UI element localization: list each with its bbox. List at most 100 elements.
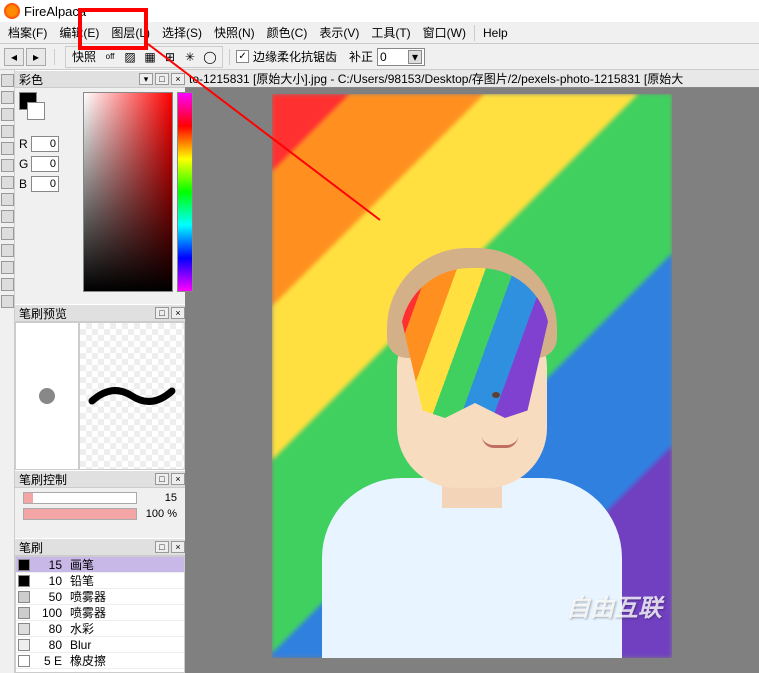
panel-menu-icon[interactable]: ▾ bbox=[139, 73, 153, 85]
hand-tool[interactable] bbox=[1, 278, 14, 291]
text-tool[interactable] bbox=[1, 244, 14, 257]
brush-list[interactable]: 15画笔10铅笔50喷雾器100喷雾器80水彩80Blur5 E橡皮擦 bbox=[15, 556, 185, 673]
dropdown-arrow-icon: ▾ bbox=[408, 50, 422, 64]
toolbar-separator bbox=[229, 49, 230, 65]
stroke-icon bbox=[87, 381, 177, 411]
main-area: 彩色 ▾ □ × R G B bbox=[0, 70, 759, 673]
menu-help[interactable]: Help bbox=[477, 24, 514, 42]
bucket-tool[interactable] bbox=[1, 159, 14, 172]
menu-edit[interactable]: 编辑(E) bbox=[53, 22, 105, 43]
brush-name-label: 橡皮擦 bbox=[70, 652, 106, 669]
r-input[interactable] bbox=[31, 136, 59, 152]
brush-dot-icon bbox=[39, 388, 55, 404]
panel-dock-icon[interactable]: □ bbox=[155, 307, 169, 319]
brush-swatch-icon bbox=[18, 655, 30, 667]
gradient-tool[interactable] bbox=[1, 176, 14, 189]
panel-dock-icon[interactable]: □ bbox=[155, 541, 169, 553]
brush-list-header: 笔刷 □ × bbox=[15, 538, 185, 556]
document-tab[interactable]: to-1215831 [原始大小].jpg - C:/Users/98153/D… bbox=[185, 70, 759, 88]
menu-snap[interactable]: 快照(N) bbox=[208, 22, 261, 43]
rainbow-hair bbox=[400, 268, 550, 418]
snap-label: 快照 bbox=[68, 48, 100, 65]
document-tab-label: to-1215831 [原始大小].jpg - C:/Users/98153/D… bbox=[189, 70, 683, 87]
b-label: B bbox=[19, 177, 31, 191]
snap-parallel-button[interactable]: ▨ bbox=[121, 48, 139, 66]
r-label: R bbox=[19, 137, 31, 151]
snap-grid-button[interactable]: ▦ bbox=[141, 48, 159, 66]
eye bbox=[492, 392, 500, 398]
brush-name-label: 水彩 bbox=[70, 620, 94, 637]
brush-size-label: 80 bbox=[34, 622, 62, 636]
move-tool[interactable] bbox=[1, 74, 14, 87]
opacity-slider[interactable] bbox=[23, 508, 137, 520]
color-panel-title: 彩色 bbox=[19, 71, 43, 88]
nav-next-button[interactable]: ▸ bbox=[26, 48, 46, 66]
size-value: 15 bbox=[137, 492, 177, 504]
brush-swatch-icon bbox=[18, 591, 30, 603]
brush-item[interactable]: 80Blur bbox=[16, 637, 184, 653]
canvas-viewport[interactable]: 自由互联 bbox=[185, 88, 759, 673]
menu-file[interactable]: 档案(F) bbox=[2, 22, 53, 43]
menu-view[interactable]: 表示(V) bbox=[313, 22, 365, 43]
panel-close-icon[interactable]: × bbox=[171, 73, 185, 85]
menu-color[interactable]: 颜色(C) bbox=[261, 22, 314, 43]
correction-label: 补正 bbox=[349, 48, 373, 65]
color-panel-header: 彩色 ▾ □ × bbox=[15, 70, 185, 88]
opacity-value: 100 % bbox=[137, 508, 177, 520]
lasso-tool[interactable] bbox=[1, 210, 14, 223]
eraser-tool[interactable] bbox=[1, 108, 14, 121]
snap-radial-button[interactable]: ✳ bbox=[181, 48, 199, 66]
background-swatch[interactable] bbox=[27, 102, 45, 120]
brush-control-header: 笔刷控制 □ × bbox=[15, 470, 185, 488]
panel-close-icon[interactable]: × bbox=[171, 307, 185, 319]
menu-tool[interactable]: 工具(T) bbox=[365, 22, 416, 43]
correction-value: 0 bbox=[380, 50, 406, 64]
brush-item[interactable]: 15画笔 bbox=[16, 557, 184, 573]
fill-tool[interactable] bbox=[1, 142, 14, 155]
brush-item[interactable]: 10铅笔 bbox=[16, 573, 184, 589]
brush-size-label: 5 E bbox=[34, 654, 62, 668]
panel-dock-icon[interactable]: □ bbox=[155, 73, 169, 85]
panel-close-icon[interactable]: × bbox=[171, 541, 185, 553]
zoom-tool[interactable] bbox=[1, 295, 14, 308]
brush-item[interactable]: 80 水彩 bbox=[16, 621, 184, 637]
wand-tool[interactable] bbox=[1, 227, 14, 240]
panel-close-icon[interactable]: × bbox=[171, 473, 185, 485]
select-tool[interactable] bbox=[1, 193, 14, 206]
brush-tip-preview bbox=[15, 322, 79, 470]
brush-size-label: 15 bbox=[34, 558, 62, 572]
watermark: 自由互联 bbox=[566, 588, 662, 623]
brush-control-title: 笔刷控制 bbox=[19, 471, 67, 488]
opacity-slider-row: 100 % bbox=[23, 508, 177, 520]
correction-select[interactable]: 0 ▾ bbox=[377, 48, 425, 66]
dot-tool[interactable] bbox=[1, 125, 14, 138]
options-bar: ◂ ▸ 快照 off ▨ ▦ ⊞ ✳ ◯ 边缘柔化抗锯齿 补正 0 ▾ bbox=[0, 44, 759, 70]
brush-swatch-icon bbox=[18, 623, 30, 635]
size-slider[interactable] bbox=[23, 492, 137, 504]
color-field[interactable] bbox=[83, 92, 173, 292]
b-input[interactable] bbox=[31, 176, 59, 192]
snap-off-button[interactable]: off bbox=[101, 48, 119, 66]
brush-item[interactable]: 5 E 橡皮擦 bbox=[16, 653, 184, 669]
brush-item[interactable]: 50喷雾器 bbox=[16, 589, 184, 605]
eyedropper-tool[interactable] bbox=[1, 261, 14, 274]
brush-item[interactable]: 100喷雾器 bbox=[16, 605, 184, 621]
snap-circle-button[interactable]: ◯ bbox=[201, 48, 219, 66]
g-input[interactable] bbox=[31, 156, 59, 172]
nav-prev-button[interactable]: ◂ bbox=[4, 48, 24, 66]
panel-dock-icon[interactable]: □ bbox=[155, 473, 169, 485]
menu-layer[interactable]: 图层(L) bbox=[105, 22, 156, 43]
brush-tool[interactable] bbox=[1, 91, 14, 104]
tool-palette bbox=[0, 70, 15, 673]
menu-separator bbox=[474, 25, 475, 41]
brush-size-label: 100 bbox=[34, 606, 62, 620]
menu-bar: 档案(F) 编辑(E) 图层(L) 选择(S) 快照(N) 颜色(C) 表示(V… bbox=[0, 22, 759, 44]
menu-window[interactable]: 窗口(W) bbox=[417, 22, 472, 43]
menu-select[interactable]: 选择(S) bbox=[156, 22, 208, 43]
snap-perspective-button[interactable]: ⊞ bbox=[161, 48, 179, 66]
brush-name-label: 喷雾器 bbox=[70, 588, 106, 605]
color-panel: R G B bbox=[15, 88, 185, 304]
brush-control-panel: 15 100 % bbox=[15, 488, 185, 538]
antialiasing-checkbox[interactable] bbox=[236, 50, 249, 63]
brush-name-label: 铅笔 bbox=[70, 572, 94, 589]
